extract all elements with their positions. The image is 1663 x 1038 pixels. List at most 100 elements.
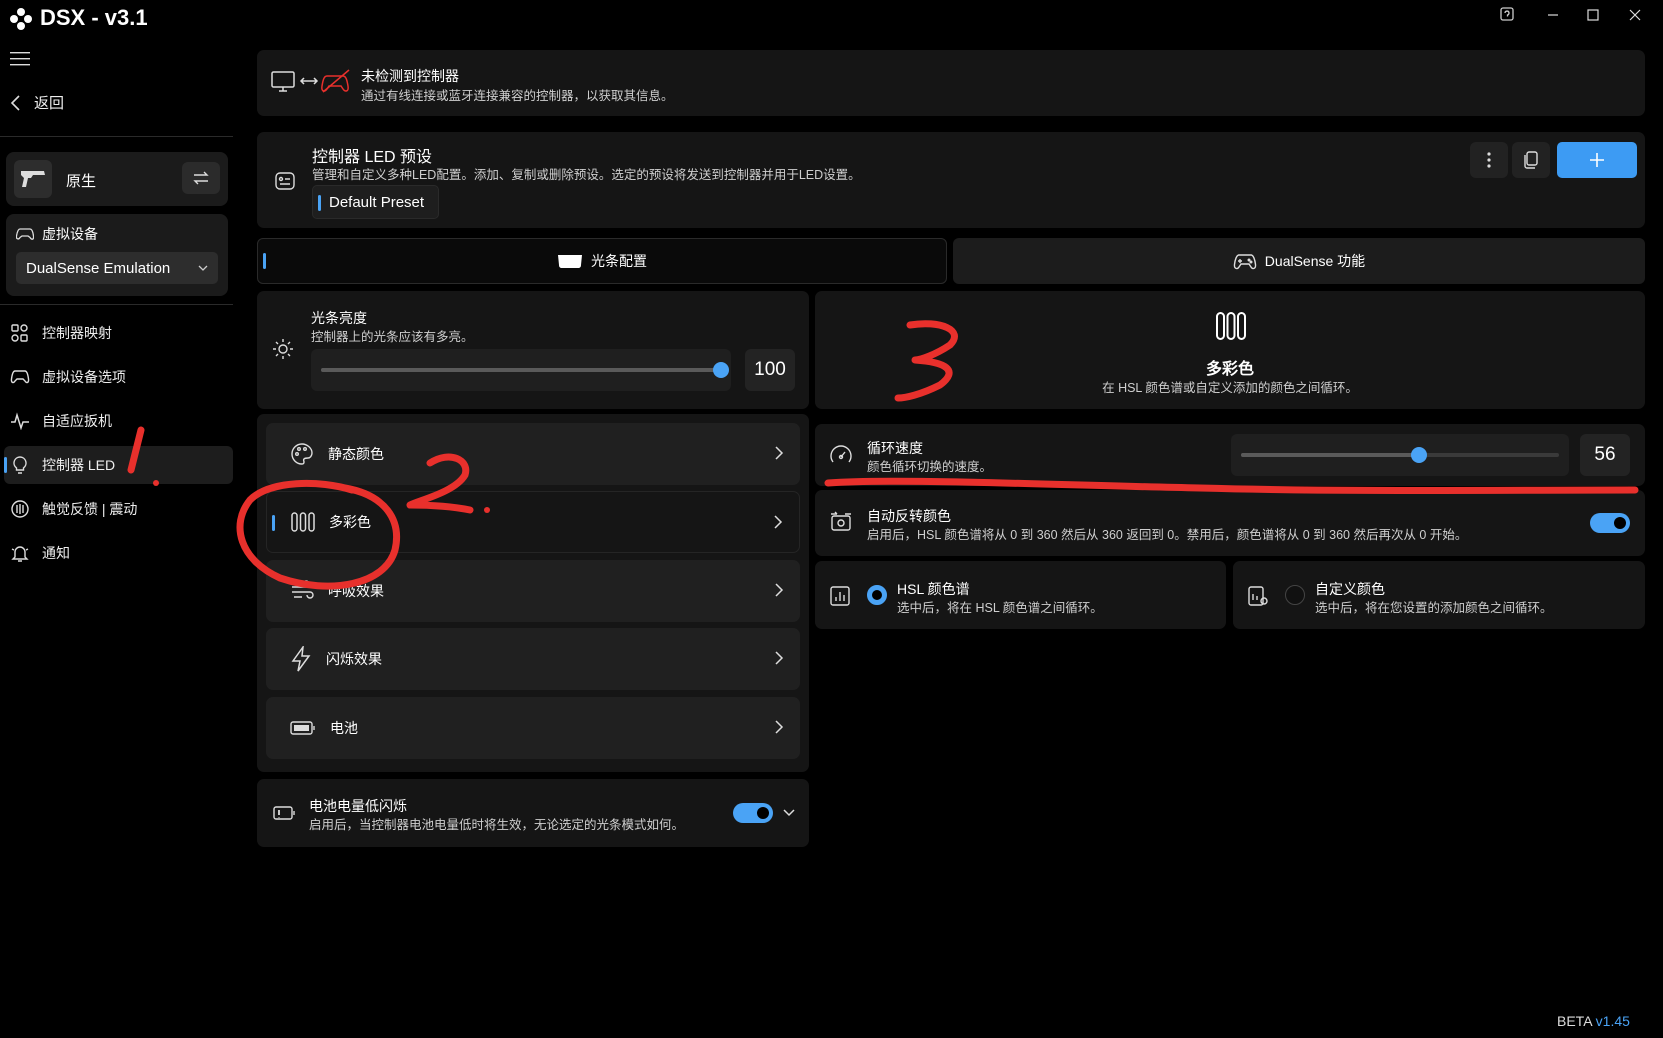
brightness-value[interactable]: 100: [745, 349, 795, 391]
cycle-speed-value[interactable]: 56: [1580, 434, 1630, 476]
brightness-slider[interactable]: [311, 349, 731, 391]
title-bar: DSX - v3.1: [0, 0, 1663, 36]
brightness-card: 光条亮度 控制器上的光条应该有多亮。 100: [257, 291, 809, 409]
tab-dualsense-features[interactable]: DualSense 功能: [953, 238, 1645, 284]
virtual-device-label: 虚拟设备: [42, 226, 98, 242]
sidebar-item-label: 自适应扳机: [42, 413, 112, 429]
sun-icon: [272, 338, 294, 360]
sidebar-item-label: 通知: [42, 545, 70, 561]
plus-icon: [1590, 153, 1604, 167]
status-title: 未检测到控制器: [361, 68, 459, 84]
cycle-speed-title: 循环速度: [867, 440, 923, 456]
gamepad-icon: [16, 228, 34, 240]
low-battery-subtitle: 启用后，当控制器电池电量低时将生效，无论选定的光条模式如何。: [309, 818, 685, 832]
tab-label: 光条配置: [591, 253, 647, 269]
custom-subtitle: 选中后，将在您设置的添加颜色之间循环。: [1315, 601, 1553, 615]
mode-label: 电池: [330, 720, 358, 736]
led-preset-card: 控制器 LED 预设 管理和自定义多种LED配置。添加、复制或删除预设。选定的预…: [257, 132, 1645, 228]
slider-thumb[interactable]: [713, 362, 729, 378]
lightbar-icon: [558, 255, 582, 268]
chevron-right-icon: [774, 515, 783, 529]
add-preset-button[interactable]: [1557, 142, 1637, 178]
sidebar-item-label: 触觉反馈 | 震动: [42, 501, 138, 517]
auto-reverse-toggle[interactable]: [1590, 513, 1630, 533]
virtual-device-card: 虚拟设备 DualSense Emulation: [6, 214, 228, 296]
auto-reverse-card: 自动反转颜色 启用后，HSL 颜色谱将从 0 到 360 然后从 360 返回到…: [815, 490, 1645, 556]
hsl-subtitle: 选中后，将在 HSL 颜色谱之间循环。: [897, 601, 1103, 615]
virtual-device-select[interactable]: DualSense Emulation: [16, 252, 218, 284]
sidebar-item-label: 控制器 LED: [42, 457, 116, 473]
auto-reverse-subtitle: 启用后，HSL 颜色谱将从 0 到 360 然后从 360 返回到 0。禁用后，…: [867, 528, 1468, 542]
expand-button[interactable]: [783, 809, 795, 817]
sidebar-item-haptics[interactable]: 触觉反馈 | 震动: [4, 490, 233, 528]
back-label: 返回: [34, 95, 65, 112]
preset-chip[interactable]: Default Preset: [312, 185, 440, 219]
app-logo-icon: [10, 8, 32, 30]
virtual-device-header: 虚拟设备: [16, 224, 98, 244]
sidebar-item-notifications[interactable]: 通知: [4, 534, 233, 572]
custom-title: 自定义颜色: [1315, 581, 1385, 597]
sidebar-divider: [0, 304, 233, 305]
menu-icon[interactable]: [10, 50, 30, 66]
flash-icon: [291, 646, 311, 672]
brightness-subtitle: 控制器上的光条应该有多亮。: [311, 330, 474, 344]
speedometer-icon: [829, 443, 853, 467]
virtual-device-value: DualSense Emulation: [26, 259, 171, 277]
version-label: BETA v1.45: [1557, 1013, 1630, 1029]
tab-indicator: [263, 253, 266, 269]
cycle-speed-subtitle: 颜色循环切换的速度。: [867, 460, 993, 474]
disconnected-icon: [271, 68, 353, 96]
mode-label: 呼吸效果: [328, 583, 384, 599]
hsl-radio[interactable]: [867, 585, 887, 605]
vibration-icon: [11, 500, 29, 518]
maximize-button[interactable]: [1570, 0, 1616, 30]
mode-battery[interactable]: 电池: [266, 697, 800, 759]
version-prefix: BETA: [1557, 1013, 1592, 1029]
sidebar-item-virtual-device-options[interactable]: 虚拟设备选项: [4, 358, 233, 396]
sidebar-item-label: 虚拟设备选项: [42, 369, 126, 385]
tab-lightbar-config[interactable]: 光条配置: [257, 238, 947, 284]
close-button[interactable]: [1612, 0, 1658, 30]
help-icon[interactable]: [1484, 0, 1530, 30]
profile-card: 原生: [6, 152, 228, 206]
swap-profile-button[interactable]: [182, 162, 220, 194]
custom-radio[interactable]: [1285, 585, 1305, 605]
copy-icon: [1524, 151, 1538, 169]
chevron-right-icon: [775, 583, 784, 597]
more-options-button[interactable]: [1470, 142, 1508, 178]
custom-colors-option[interactable]: 自定义颜色 选中后，将在您设置的添加颜色之间循环。: [1233, 561, 1645, 629]
sidebar-item-controller-mapping[interactable]: 控制器映射: [4, 314, 233, 352]
more-vertical-icon: [1487, 152, 1491, 168]
mode-static-color[interactable]: 静态颜色: [266, 423, 800, 485]
gamepad-icon: [1233, 254, 1257, 270]
cycle-speed-card: 循环速度 颜色循环切换的速度。 56: [815, 424, 1645, 486]
cycle-speed-slider[interactable]: [1231, 434, 1569, 476]
back-button[interactable]: 返回: [10, 92, 64, 113]
active-indicator: [272, 515, 275, 531]
low-battery-flash-card: 电池电量低闪烁 启用后，当控制器电池电量低时将生效，无论选定的光条模式如何。: [257, 779, 809, 847]
status-subtitle: 通过有线连接或蓝牙连接兼容的控制器，以获取其信息。: [361, 89, 674, 103]
gamepad-icon: [10, 370, 30, 384]
sidebar-item-adaptive-triggers[interactable]: 自适应扳机: [4, 402, 233, 440]
mode-flash[interactable]: 闪烁效果: [266, 628, 800, 690]
battery-icon: [290, 721, 315, 735]
preset-subtitle: 管理和自定义多种LED配置。添加、复制或删除预设。选定的预设将发送到控制器并用于…: [312, 168, 861, 182]
slider-thumb[interactable]: [1411, 447, 1428, 463]
mode-breathing[interactable]: 呼吸效果: [266, 560, 800, 622]
tab-label: DualSense 功能: [1264, 253, 1366, 269]
active-indicator: [4, 457, 7, 473]
sidebar-item-controller-led[interactable]: 控制器 LED: [4, 446, 233, 484]
chevron-down-icon: [198, 265, 208, 271]
mode-multicolor[interactable]: 多彩色: [266, 491, 800, 553]
chevron-right-icon: [775, 720, 784, 734]
wind-icon: [292, 580, 314, 599]
app-title: DSX - v3.1: [40, 5, 148, 30]
chevron-down-icon: [783, 809, 795, 817]
chip-indicator: [318, 195, 321, 211]
low-battery-toggle[interactable]: [733, 803, 773, 823]
chevron-right-icon: [775, 446, 784, 460]
hsl-spectrum-option[interactable]: HSL 颜色谱 选中后，将在 HSL 颜色谱之间循环。: [815, 561, 1226, 629]
profile-label: 原生: [66, 173, 97, 190]
mode-header-card: 多彩色 在 HSL 颜色谱或自定义添加的颜色之间循环。: [815, 291, 1645, 409]
copy-preset-button[interactable]: [1512, 142, 1550, 178]
